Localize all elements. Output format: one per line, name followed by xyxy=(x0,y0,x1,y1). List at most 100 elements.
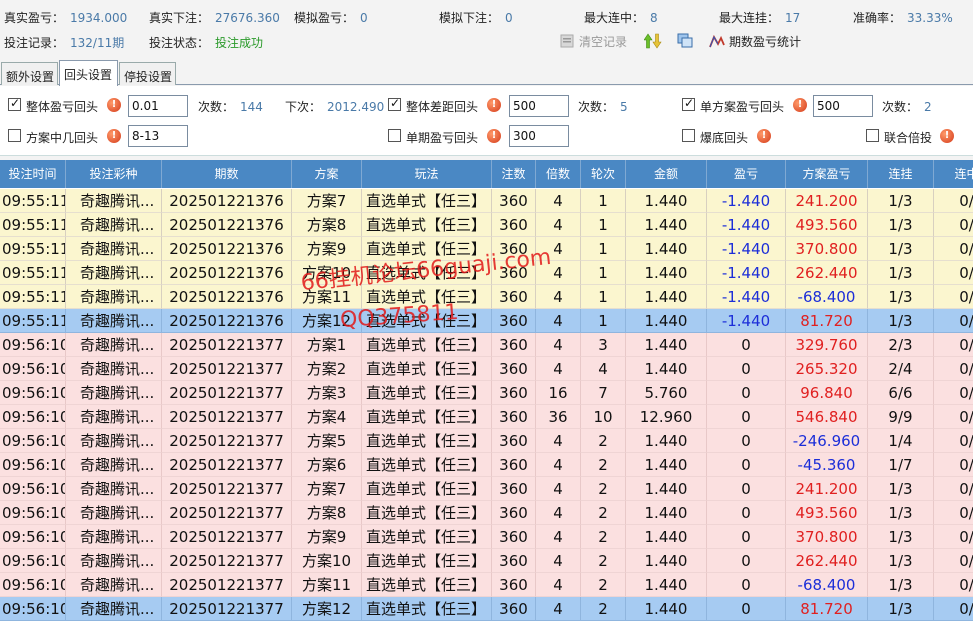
table-row[interactable]: 09:56:10 奇趣腾讯... 202501221377 方案4 直选单式【任三】 36… xyxy=(0,405,973,429)
table-cell: 4 xyxy=(536,597,581,621)
table-row[interactable]: 09:56:10 奇趣腾讯... 202501221377 方案12 直选单式【任三】 3… xyxy=(0,597,973,621)
table-row[interactable]: 09:56:10 奇趣腾讯... 202501221377 方案10 直选单式【任三】 3… xyxy=(0,549,973,573)
table-cell: 1.440 xyxy=(626,285,707,309)
table-row[interactable]: 09:56:10 奇趣腾讯... 202501221377 方案8 直选单式【任三】 36… xyxy=(0,501,973,525)
overall-gap-return-input[interactable]: 500 xyxy=(509,95,569,117)
table-row[interactable]: 09:56:10 奇趣腾讯... 202501221377 方案2 直选单式【任三】 36… xyxy=(0,357,973,381)
table-cell: 265.320 xyxy=(786,357,868,381)
table-row[interactable]: 09:56:10 奇趣腾讯... 202501221377 方案5 直选单式【任三】 36… xyxy=(0,429,973,453)
table-row[interactable]: 09:56:10 奇趣腾讯... 202501221377 方案3 直选单式【任三】 36… xyxy=(0,381,973,405)
up-down-button[interactable] xyxy=(643,32,664,50)
column-header[interactable]: 玩法 xyxy=(362,160,492,188)
accuracy-value: 33.33% xyxy=(907,11,953,25)
bust-return-checkbox[interactable] xyxy=(682,129,695,142)
single-plan-return-checkbox[interactable] xyxy=(682,96,695,111)
table-cell: 370.800 xyxy=(786,237,868,261)
column-header[interactable]: 连挂 xyxy=(868,160,934,188)
table-cell: -45.360 xyxy=(786,453,868,477)
table-row[interactable]: 09:55:11 奇趣腾讯... 202501221376 方案7 直选单式【任三】 36… xyxy=(0,189,973,213)
table-cell: -1.440 xyxy=(707,261,786,285)
overall-pnl-return-checkbox[interactable] xyxy=(8,96,21,111)
table-cell: 奇趣腾讯... xyxy=(66,333,162,357)
period-stats-button[interactable]: 期数盈亏统计 xyxy=(709,32,801,50)
table-cell: 0/ xyxy=(934,357,973,381)
table-cell: 直选单式【任三】 xyxy=(362,261,492,285)
real-bet-value: 27676.360 xyxy=(215,11,280,25)
table-cell: 0/ xyxy=(934,261,973,285)
column-header[interactable]: 倍数 xyxy=(536,160,581,188)
table-cell: 262.440 xyxy=(786,549,868,573)
table-cell: 4 xyxy=(536,477,581,501)
tab-extra-settings[interactable]: 额外设置 xyxy=(1,62,58,85)
table-row[interactable]: 09:56:10 奇趣腾讯... 202501221377 方案11 直选单式【任三】 3… xyxy=(0,573,973,597)
table-row[interactable]: 09:56:10 奇趣腾讯... 202501221377 方案7 直选单式【任三】 36… xyxy=(0,477,973,501)
table-cell: 1.440 xyxy=(626,213,707,237)
warning-icon: ! xyxy=(107,98,121,112)
table-cell: 0/ xyxy=(934,453,973,477)
clear-records-label: 清空记录 xyxy=(579,34,628,49)
table-row[interactable]: 09:56:10 奇趣腾讯... 202501221377 方案6 直选单式【任三】 36… xyxy=(0,453,973,477)
single-period-return-input[interactable]: 300 xyxy=(509,125,569,147)
table-cell: 0/ xyxy=(934,525,973,549)
settings-tabs: 额外设置 回头设置 停投设置 xyxy=(0,60,973,86)
overall-pnl-return-count: 次数： 144 xyxy=(198,98,263,115)
column-header[interactable]: 注数 xyxy=(492,160,536,188)
table-cell: -68.400 xyxy=(786,573,868,597)
tab-stop-settings[interactable]: 停投设置 xyxy=(119,62,176,85)
table-row[interactable]: 09:55:11 奇趣腾讯... 202501221376 方案11 直选单式【任三】 3… xyxy=(0,285,973,309)
table-cell: 96.840 xyxy=(786,381,868,405)
overall-pnl-return-input[interactable]: 0.01 xyxy=(128,95,188,117)
table-cell: 0 xyxy=(707,381,786,405)
table-cell: 09:56:10 xyxy=(0,477,66,501)
column-header[interactable]: 方案盈亏 xyxy=(786,160,868,188)
column-header[interactable]: 轮次 xyxy=(581,160,626,188)
table-cell: -1.440 xyxy=(707,237,786,261)
table-row[interactable]: 09:56:10 奇趣腾讯... 202501221377 方案9 直选单式【任三】 36… xyxy=(0,525,973,549)
table-cell: 202501221377 xyxy=(162,573,292,597)
column-header[interactable]: 方案 xyxy=(292,160,362,188)
single-plan-return-input[interactable]: 500 xyxy=(813,95,873,117)
clear-records-button[interactable]: 清空记录 xyxy=(559,32,627,50)
tab-return-settings[interactable]: 回头设置 xyxy=(59,60,118,86)
table-row[interactable]: 09:56:10 奇趣腾讯... 202501221377 方案1 直选单式【任三】 36… xyxy=(0,333,973,357)
bet-status: 投注状态： 投注成功 xyxy=(149,34,263,51)
table-cell: 1/3 xyxy=(868,237,934,261)
overall-gap-return-checkbox[interactable] xyxy=(388,96,401,111)
table-cell: 奇趣腾讯... xyxy=(66,453,162,477)
column-header[interactable]: 连中 xyxy=(934,160,973,188)
table-cell: 奇趣腾讯... xyxy=(66,309,162,333)
table-cell: 2/3 xyxy=(868,333,934,357)
table-cell: 241.200 xyxy=(786,477,868,501)
table-cell: 直选单式【任三】 xyxy=(362,501,492,525)
column-header[interactable]: 盈亏 xyxy=(707,160,786,188)
bet-records-grid[interactable]: 投注时间投注彩种期数方案玩法注数倍数轮次金额盈亏方案盈亏连挂连中 09:55:1… xyxy=(0,160,973,625)
column-header[interactable]: 投注彩种 xyxy=(66,160,162,188)
column-header[interactable]: 投注时间 xyxy=(0,160,66,188)
table-cell: 奇趣腾讯... xyxy=(66,213,162,237)
table-cell: 360 xyxy=(492,189,536,213)
single-period-return-checkbox[interactable] xyxy=(388,129,401,142)
table-cell: 1/3 xyxy=(868,309,934,333)
table-cell: 09:55:11 xyxy=(0,237,66,261)
joint-multiply-label: 联合倍投 xyxy=(884,131,933,145)
window-button[interactable] xyxy=(677,32,697,50)
plan-hit-return-input[interactable]: 8-13 xyxy=(128,125,188,147)
table-cell: 直选单式【任三】 xyxy=(362,597,492,621)
real-pnl-value: 1934.000 xyxy=(70,11,128,25)
joint-multiply-checkbox[interactable] xyxy=(866,129,879,142)
column-header[interactable]: 期数 xyxy=(162,160,292,188)
table-cell: 360 xyxy=(492,285,536,309)
table-row[interactable]: 09:55:11 奇趣腾讯... 202501221376 方案9 直选单式【任三】 36… xyxy=(0,237,973,261)
table-cell: 09:55:11 xyxy=(0,261,66,285)
table-cell: 4 xyxy=(536,261,581,285)
table-row[interactable]: 09:55:11 奇趣腾讯... 202501221376 方案8 直选单式【任三】 36… xyxy=(0,213,973,237)
table-row[interactable]: 09:55:11 奇趣腾讯... 202501221376 方案10 直选单式【任三】 3… xyxy=(0,261,973,285)
column-header[interactable]: 金额 xyxy=(626,160,707,188)
warning-icon: ! xyxy=(107,129,121,143)
table-cell: 202501221377 xyxy=(162,453,292,477)
count-value: 2 xyxy=(924,100,932,114)
count-label: 次数： xyxy=(882,100,919,114)
table-cell: 直选单式【任三】 xyxy=(362,213,492,237)
plan-hit-return-checkbox[interactable] xyxy=(8,129,21,142)
table-row[interactable]: 09:55:11 奇趣腾讯... 202501221376 方案12 直选单式【任三】 3… xyxy=(0,309,973,333)
